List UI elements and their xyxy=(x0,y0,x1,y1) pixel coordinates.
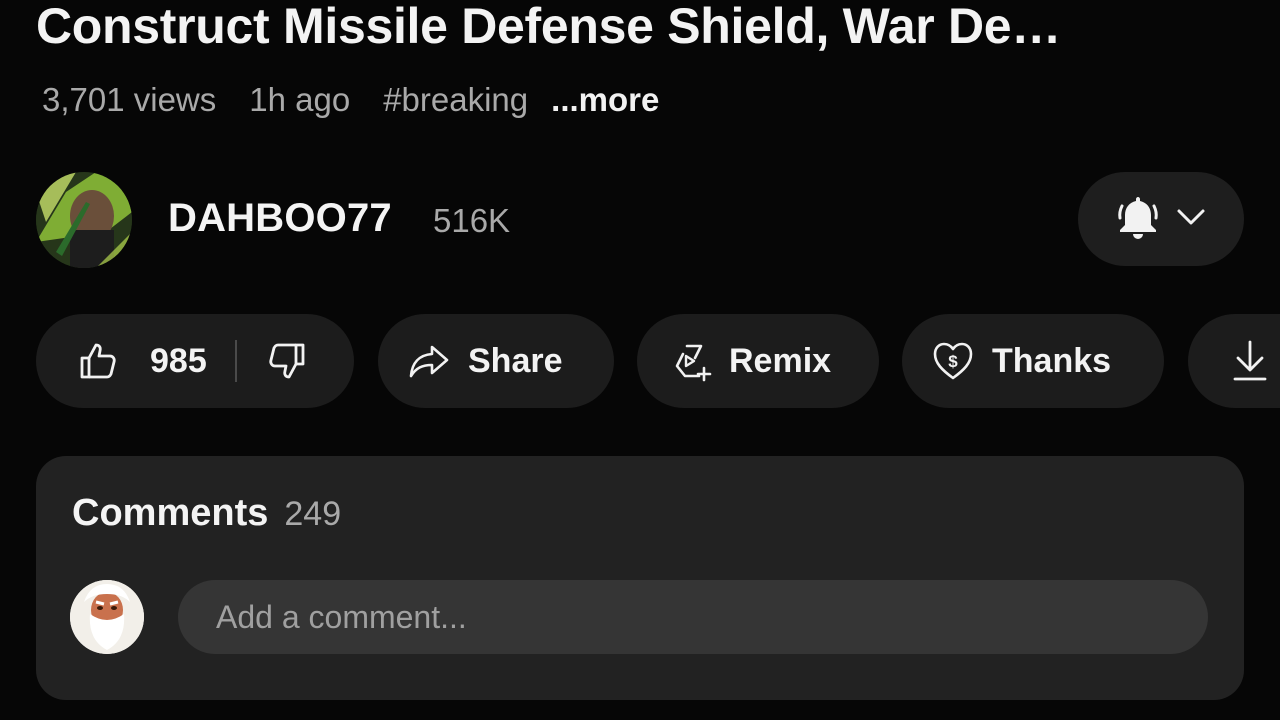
share-button[interactable]: Share xyxy=(378,314,614,408)
channel-name[interactable]: DAHBOO77 xyxy=(168,196,392,241)
like-dislike-group: 985 xyxy=(36,314,354,408)
share-icon xyxy=(408,343,450,379)
bell-icon xyxy=(1116,194,1160,245)
remix-label: Remix xyxy=(729,341,832,380)
like-divider xyxy=(234,340,237,382)
download-icon xyxy=(1232,339,1268,383)
channel-row: DAHBOO77 516K xyxy=(36,172,1246,268)
thanks-button[interactable]: $ Thanks xyxy=(902,314,1164,408)
comments-title: Comments xyxy=(72,492,269,534)
dislike-icon[interactable] xyxy=(267,341,307,381)
subscription-bell-button[interactable] xyxy=(1078,172,1244,266)
video-title[interactable]: Construct Missile Defense Shield, War De… xyxy=(36,0,1236,56)
comments-section[interactable]: Comments 249 Add a comment... xyxy=(36,456,1244,700)
video-meta[interactable]: 3,701 views 1h ago #breaking ...more xyxy=(42,78,659,122)
user-avatar xyxy=(70,580,144,654)
hashtag-link[interactable]: #breaking xyxy=(383,81,528,119)
remix-button[interactable]: Remix xyxy=(637,314,879,408)
download-button[interactable] xyxy=(1188,314,1280,408)
share-label: Share xyxy=(468,341,563,380)
comment-input[interactable]: Add a comment... xyxy=(178,580,1208,654)
subscriber-count: 516K xyxy=(433,202,511,239)
heart-dollar-icon: $ xyxy=(932,341,974,381)
thanks-label: Thanks xyxy=(992,341,1112,380)
chevron-down-icon xyxy=(1176,208,1206,231)
video-info-page: Construct Missile Defense Shield, War De… xyxy=(0,0,1280,720)
action-bar: 985 Share Remix $ Thanks xyxy=(36,314,1280,408)
like-count[interactable]: 985 xyxy=(150,342,207,381)
svg-text:$: $ xyxy=(948,352,958,371)
more-link[interactable]: ...more xyxy=(551,81,659,119)
view-count: 3,701 views xyxy=(42,81,217,118)
comments-header: Comments 249 xyxy=(72,492,341,535)
upload-age: 1h ago xyxy=(249,81,351,118)
remix-icon xyxy=(671,340,713,382)
like-icon[interactable] xyxy=(78,341,118,381)
channel-avatar[interactable] xyxy=(36,172,132,268)
comments-count: 249 xyxy=(284,495,342,533)
